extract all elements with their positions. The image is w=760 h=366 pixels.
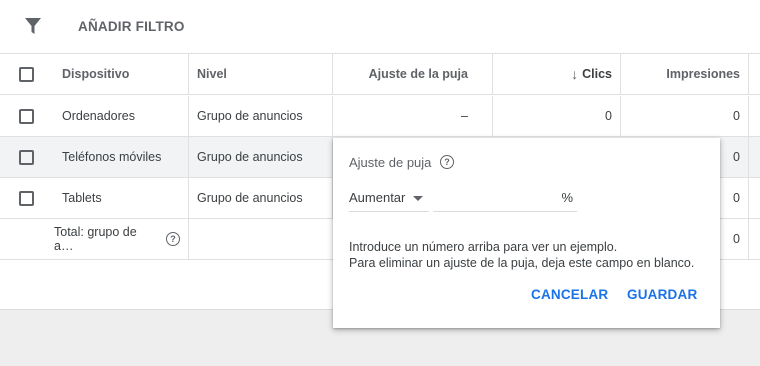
filter-icon[interactable] xyxy=(24,17,42,35)
column-header-device[interactable]: Dispositivo xyxy=(62,54,182,94)
cell-impressions: 0 xyxy=(733,109,740,123)
column-header-level[interactable]: Nivel xyxy=(197,54,317,94)
filter-bar: AÑADIR FILTRO xyxy=(0,0,760,54)
cell-level: Grupo de anuncios xyxy=(197,191,303,205)
percent-field[interactable]: % xyxy=(433,188,577,212)
help-line-2: Para eliminar un ajuste de la puja, deja… xyxy=(349,256,695,270)
adjustment-direction-dropdown[interactable]: Aumentar xyxy=(349,188,429,212)
bid-adjustment-popup: Ajuste de puja ? Aumentar % Introduce un… xyxy=(333,138,720,328)
cell-level: Grupo de anuncios xyxy=(197,109,303,123)
column-header-clicks[interactable]: ↓ Clics xyxy=(500,54,612,94)
save-button[interactable]: GUARDAR xyxy=(627,287,697,302)
cell-bid-adjustment[interactable]: – xyxy=(340,96,468,136)
total-help[interactable]: ? xyxy=(166,219,182,259)
help-icon[interactable]: ? xyxy=(440,155,454,169)
help-icon[interactable]: ? xyxy=(166,232,180,246)
row-checkbox[interactable] xyxy=(19,109,34,124)
table-row: Ordenadores Grupo de anuncios – 0 0 xyxy=(0,96,760,137)
cell-device: Teléfonos móviles xyxy=(62,150,162,164)
cancel-button[interactable]: CANCELAR xyxy=(531,287,608,302)
percent-input[interactable] xyxy=(433,188,553,210)
row-checkbox[interactable] xyxy=(19,191,34,206)
popup-help-text: Introduce un número arriba para ver un e… xyxy=(349,239,694,271)
column-header-clicks-label: Clics xyxy=(582,67,612,81)
popup-title: Ajuste de puja xyxy=(349,155,432,170)
add-filter-button[interactable]: AÑADIR FILTRO xyxy=(78,19,185,34)
arrow-down-icon: ↓ xyxy=(571,66,579,82)
table-header-row: Dispositivo Nivel Ajuste de la puja ↓ Cl… xyxy=(0,54,760,95)
cell-clicks: 0 xyxy=(605,109,612,123)
cell-level: Grupo de anuncios xyxy=(197,150,303,164)
cell-device: Tablets xyxy=(62,191,102,205)
cell-device: Ordenadores xyxy=(62,109,135,123)
column-header-bid-adjustment[interactable]: Ajuste de la puja xyxy=(340,54,468,94)
percent-sign: % xyxy=(561,190,573,205)
column-header-impressions[interactable]: Impresiones xyxy=(628,54,740,94)
help-line-1: Introduce un número arriba para ver un e… xyxy=(349,240,618,254)
select-all-checkbox[interactable] xyxy=(19,67,34,82)
dropdown-value: Aumentar xyxy=(349,190,406,205)
total-label: Total: grupo de a… xyxy=(54,225,137,253)
row-checkbox[interactable] xyxy=(19,150,34,165)
dropdown-arrow-icon xyxy=(413,196,423,201)
